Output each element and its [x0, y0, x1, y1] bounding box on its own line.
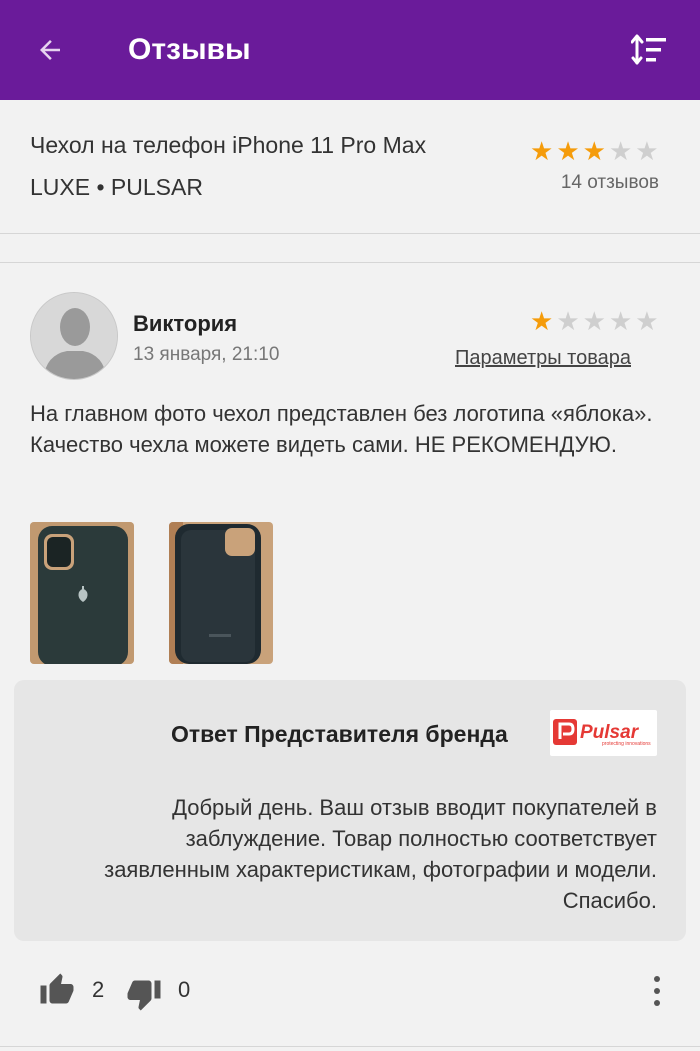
pulsar-logo-icon: Pulsar protecting innovations	[553, 719, 651, 747]
more-dot-icon	[654, 1000, 660, 1006]
reviews-count: 14 отзывов	[560, 172, 659, 193]
dislike-count: 0	[178, 977, 191, 1002]
star-empty-icon: ★	[556, 306, 580, 336]
arrow-back-icon	[40, 40, 60, 60]
thumbs-down-icon	[127, 980, 161, 1011]
thumbs-up-icon	[40, 973, 74, 1004]
review-date: 13 января, 21:10	[133, 344, 280, 365]
like-button[interactable]	[37, 972, 77, 1008]
brand-answer-text: Добрый день. Ваш отзыв вводит покупателе…	[104, 795, 657, 913]
star-filled-icon: ★	[530, 136, 554, 166]
product-rating-stars: ★ ★ ★ ★ ★	[530, 138, 659, 164]
review-actions: 2 0	[0, 960, 700, 1020]
brand-logo: Pulsar protecting innovations	[550, 710, 657, 756]
section-divider	[0, 236, 700, 263]
product-name: Чехол на телефон iPhone 11 Pro Max	[30, 132, 427, 158]
product-brand: LUXE • PULSAR	[30, 174, 203, 200]
sort-button[interactable]	[628, 30, 672, 70]
avatar	[30, 292, 118, 380]
bottom-divider	[0, 1046, 700, 1047]
dislike-button[interactable]	[124, 976, 164, 1012]
star-filled-icon: ★	[556, 136, 580, 166]
review-rating-stars: ★ ★ ★ ★ ★	[530, 308, 659, 334]
star-empty-icon: ★	[608, 136, 633, 166]
like-count: 2	[92, 977, 105, 1002]
star-empty-icon: ★	[635, 136, 659, 166]
more-dot-icon	[654, 988, 660, 994]
more-dot-icon	[654, 976, 660, 982]
phone-case-inside-photo	[169, 522, 273, 664]
review-photo-1[interactable]	[30, 522, 134, 664]
star-empty-icon: ★	[635, 306, 659, 336]
review-author: Виктория	[133, 311, 238, 336]
brand-answer-box: Ответ Представителя бренда Pulsar protec…	[14, 680, 686, 941]
star-empty-icon: ★	[582, 306, 606, 336]
more-options-button[interactable]	[643, 974, 671, 1008]
sort-icon	[631, 34, 666, 65]
back-button[interactable]	[30, 30, 70, 70]
svg-text:protecting innovations: protecting innovations	[602, 741, 651, 747]
star-empty-icon: ★	[608, 306, 633, 336]
svg-text:Pulsar: Pulsar	[580, 722, 640, 743]
app-bar: Отзывы	[0, 0, 700, 100]
phone-case-back-photo	[30, 522, 134, 664]
star-filled-icon: ★	[582, 136, 606, 166]
star-filled-icon: ★	[530, 306, 554, 336]
user-placeholder-icon	[31, 293, 117, 379]
page-title: Отзывы	[128, 33, 251, 66]
product-summary[interactable]	[0, 100, 700, 234]
product-params-link[interactable]: Параметры товара	[455, 347, 631, 370]
review-text: На главном фото чехол представлен без ло…	[30, 401, 653, 457]
brand-answer-title: Ответ Представителя бренда	[171, 721, 508, 747]
review-photo-2[interactable]	[169, 522, 273, 664]
